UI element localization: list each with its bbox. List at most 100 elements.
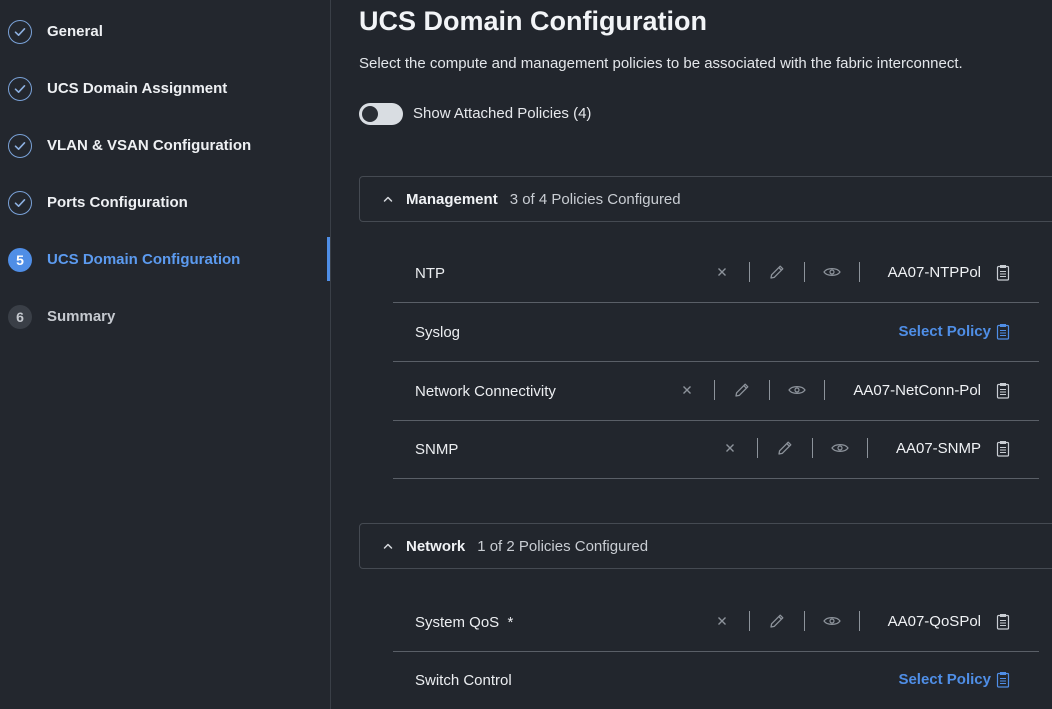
wizard-step-label: UCS Domain Assignment	[47, 80, 228, 97]
view-policy-button[interactable]	[817, 609, 847, 633]
pencil-icon	[778, 441, 792, 455]
wizard-step-domain-configuration[interactable]: 5 UCS Domain Configuration	[0, 240, 330, 280]
copy-policy-button[interactable]	[995, 670, 1011, 688]
pencil-icon	[735, 383, 749, 397]
divider	[811, 438, 813, 458]
divider	[866, 438, 868, 458]
wizard-step-label: Ports Configuration	[47, 194, 188, 211]
copy-policy-button[interactable]	[995, 263, 1011, 281]
policy-actions: AA07-QoSPol	[707, 609, 1011, 633]
clipboard-icon	[996, 264, 1010, 281]
divider	[824, 380, 826, 400]
copy-policy-button[interactable]	[995, 322, 1011, 340]
clipboard-icon	[996, 613, 1010, 630]
wizard-step-summary[interactable]: 6 Summary	[0, 297, 330, 337]
clipboard-icon	[996, 323, 1010, 340]
wizard-step-vlan-vsan[interactable]: VLAN & VSAN Configuration	[0, 126, 330, 166]
policy-row-syslog: Syslog Select Policy	[393, 305, 1039, 362]
policy-row-snmp: SNMP AA07-SNMP	[393, 422, 1039, 479]
divider	[748, 262, 750, 282]
divider	[714, 380, 716, 400]
page-title: UCS Domain Configuration	[359, 6, 707, 36]
toggle-knob	[362, 106, 378, 122]
chevron-up-icon	[382, 539, 396, 553]
section-header-management[interactable]: Management 3 of 4 Policies Configured	[359, 176, 1052, 222]
section-title: Management	[406, 190, 498, 208]
section-count: 1 of 2 Policies Configured	[477, 537, 649, 555]
eye-icon	[822, 617, 841, 625]
policy-actions: AA07-NTPPol	[707, 260, 1011, 284]
remove-policy-button[interactable]	[672, 378, 702, 402]
wizard-step-label: UCS Domain Configuration	[47, 251, 241, 268]
view-policy-button[interactable]	[817, 260, 847, 284]
close-icon	[725, 444, 734, 452]
copy-policy-button[interactable]	[995, 612, 1011, 630]
section-title: Network	[406, 537, 466, 555]
wizard-step-ports[interactable]: Ports Configuration	[0, 183, 330, 223]
select-policy-link[interactable]: Select Policy	[898, 671, 991, 688]
policy-actions: Select Policy	[898, 667, 1011, 691]
pencil-icon	[769, 265, 784, 279]
edit-policy-button[interactable]	[762, 260, 792, 284]
edit-policy-button[interactable]	[727, 378, 757, 402]
policy-name: AA07-NTPPol	[887, 263, 981, 281]
divider	[803, 611, 805, 631]
wizard-step-label: General	[47, 23, 103, 40]
show-attached-policies-toggle[interactable]	[359, 103, 403, 125]
close-icon	[717, 268, 726, 276]
wizard-sidebar: General UCS Domain Assignment VLAN & VSA…	[0, 0, 331, 709]
eye-icon	[788, 386, 807, 394]
view-policy-button[interactable]	[782, 378, 812, 402]
chevron-up-icon	[382, 192, 396, 206]
clipboard-icon	[996, 440, 1010, 457]
close-icon	[683, 386, 692, 394]
edit-policy-button[interactable]	[762, 609, 792, 633]
check-circle-icon	[8, 77, 32, 101]
policy-actions: AA07-SNMP	[715, 436, 1011, 460]
policy-row-ntp: NTP AA07-NTPPol	[393, 246, 1039, 303]
main-content: UCS Domain Configuration Select the comp…	[331, 0, 1052, 709]
divider	[769, 380, 771, 400]
select-policy-link[interactable]: Select Policy	[898, 323, 991, 340]
app-window: General UCS Domain Assignment VLAN & VSA…	[0, 0, 1052, 709]
wizard-step-label: Summary	[47, 308, 116, 325]
close-icon	[717, 617, 726, 625]
step-number-badge: 5	[8, 248, 32, 272]
divider	[748, 611, 750, 631]
step-number-badge: 6	[8, 305, 32, 329]
wizard-step-general[interactable]: General	[0, 12, 330, 52]
view-policy-button[interactable]	[825, 436, 855, 460]
eye-icon	[822, 268, 841, 276]
policy-label: NTP	[415, 265, 445, 282]
copy-policy-button[interactable]	[995, 439, 1011, 457]
policy-name: AA07-QoSPol	[887, 612, 981, 630]
check-circle-icon	[8, 191, 32, 215]
remove-policy-button[interactable]	[715, 436, 745, 460]
divider	[803, 262, 805, 282]
policy-label: System QoS *	[415, 614, 514, 631]
check-circle-icon	[8, 20, 32, 44]
section-header-network[interactable]: Network 1 of 2 Policies Configured	[359, 523, 1052, 569]
policy-label: SNMP	[415, 441, 459, 458]
policy-row-network-connectivity: Network Connectivity AA07-NetConn-Pol	[393, 364, 1039, 421]
clipboard-icon	[996, 671, 1010, 688]
policy-label: Switch Control	[415, 672, 512, 689]
policy-label: Syslog	[415, 324, 461, 341]
active-step-indicator	[327, 237, 330, 281]
divider	[858, 611, 860, 631]
edit-policy-button[interactable]	[770, 436, 800, 460]
section-count: 3 of 4 Policies Configured	[509, 190, 681, 208]
divider	[756, 438, 758, 458]
policy-name: AA07-SNMP	[895, 439, 981, 457]
remove-policy-button[interactable]	[707, 260, 737, 284]
pencil-icon	[769, 614, 784, 628]
wizard-step-domain-assignment[interactable]: UCS Domain Assignment	[0, 69, 330, 109]
divider	[858, 262, 860, 282]
remove-policy-button[interactable]	[707, 609, 737, 633]
wizard-step-label: VLAN & VSAN Configuration	[47, 137, 252, 154]
policy-name: AA07-NetConn-Pol	[853, 381, 981, 399]
policy-label: Network Connectivity	[415, 383, 556, 400]
eye-icon	[831, 444, 849, 452]
policy-actions: Select Policy	[898, 319, 1011, 343]
copy-policy-button[interactable]	[995, 381, 1011, 399]
